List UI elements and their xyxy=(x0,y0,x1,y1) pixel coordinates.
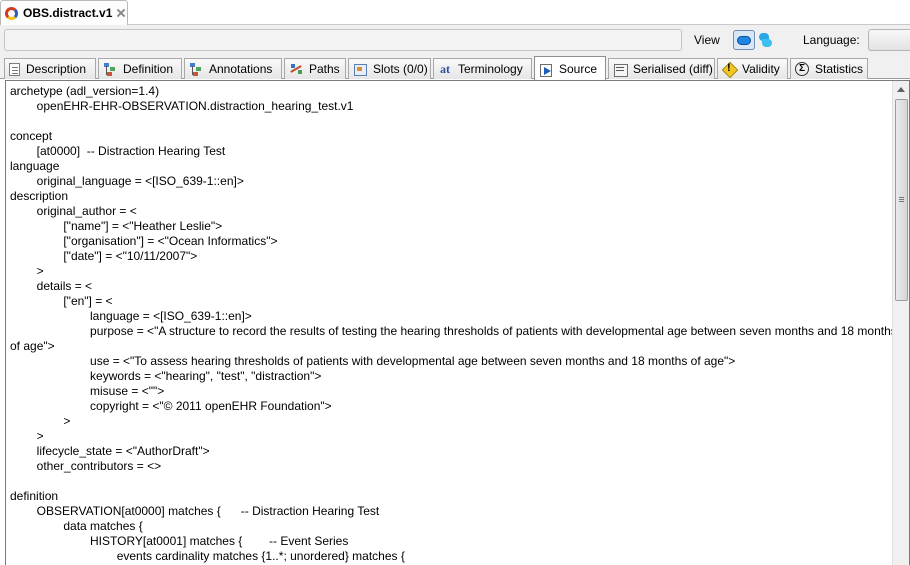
adl-source-view[interactable]: archetype (adl_version=1.4) openEHR-EHR-… xyxy=(5,80,910,565)
serialised-icon xyxy=(613,62,628,77)
source-line xyxy=(10,474,892,489)
paths-icon xyxy=(289,62,303,76)
source-line: > xyxy=(10,414,71,428)
scrollbar-thumb[interactable] xyxy=(895,99,908,301)
tab-label: Serialised (diff) xyxy=(633,62,713,76)
tab-label: Source xyxy=(559,61,598,76)
vertical-scrollbar[interactable] xyxy=(892,81,909,565)
archetype-id-field[interactable] xyxy=(4,29,682,51)
tab-label: Description xyxy=(26,62,87,76)
annotations-icon xyxy=(189,62,203,76)
source-line: language = <[ISO_639-1::en]> xyxy=(10,309,252,323)
source-line: > xyxy=(10,264,44,278)
source-line: purpose = <"A structure to record the re… xyxy=(10,324,897,338)
file-tab-title: OBS.distract.v1 xyxy=(23,6,113,20)
slots-icon xyxy=(353,62,367,76)
source-line: ["date"] = <"10/11/2007"> xyxy=(10,249,198,263)
archetype-toolbar: View Language: xyxy=(0,25,910,57)
tab-label: Annotations xyxy=(209,62,273,76)
view-tabs: Description Definition Annotations Paths… xyxy=(0,56,910,80)
source-line: of age"> xyxy=(10,339,55,353)
source-line: language xyxy=(10,159,60,173)
source-icon xyxy=(539,62,553,77)
source-line: lifecycle_state = <"AuthorDraft"> xyxy=(10,444,210,458)
validity-warning-icon xyxy=(722,62,736,76)
adl-source-text[interactable]: archetype (adl_version=1.4) openEHR-EHR-… xyxy=(10,84,897,564)
tab-label: Slots (0/0) xyxy=(373,62,428,76)
tab-label: Statistics xyxy=(815,62,864,76)
view-label: View xyxy=(694,33,720,47)
archetype-file-tab[interactable]: OBS.distract.v1 xyxy=(0,0,128,25)
source-line: original_author = < xyxy=(10,204,137,218)
source-line: > xyxy=(10,429,44,443)
source-line: details = < xyxy=(10,279,93,293)
source-line: events cardinality matches {1..*; unorde… xyxy=(10,549,405,563)
tab-label: Paths xyxy=(309,62,340,76)
source-line: description xyxy=(10,189,69,203)
tab-definition[interactable]: Definition xyxy=(98,58,182,79)
tab-serialised-diff[interactable]: Serialised (diff) xyxy=(608,58,715,79)
cloud-view-icon[interactable] xyxy=(733,30,755,50)
tab-slots[interactable]: Slots (0/0) xyxy=(348,58,431,79)
editor-tab-strip: OBS.distract.v1 xyxy=(0,0,910,25)
language-label: Language: xyxy=(803,33,860,47)
description-icon xyxy=(9,62,20,76)
tab-description[interactable]: Description xyxy=(4,58,96,79)
close-icon[interactable] xyxy=(116,8,126,18)
source-line: other_contributors = <> xyxy=(10,459,162,473)
terminology-icon: at xyxy=(440,62,450,76)
tab-paths[interactable]: Paths xyxy=(284,58,346,79)
tab-label: Terminology xyxy=(458,62,523,76)
tab-validity[interactable]: Validity xyxy=(717,58,788,79)
source-line: concept xyxy=(10,129,53,143)
tab-source[interactable]: Source xyxy=(534,56,606,80)
tab-terminology[interactable]: at Terminology xyxy=(433,58,532,79)
tab-annotations[interactable]: Annotations xyxy=(184,58,282,79)
source-line: ["organisation"] = <"Ocean Informatics"> xyxy=(10,234,278,248)
tab-label: Definition xyxy=(123,62,174,76)
source-line: copyright = <"© 2011 openEHR Foundation"… xyxy=(10,399,332,413)
tab-label: Validity xyxy=(742,62,780,76)
source-line: data matches { xyxy=(10,519,143,533)
scroll-up-arrow-icon[interactable] xyxy=(897,87,905,92)
source-line: definition xyxy=(10,489,59,503)
statistics-sigma-icon: Σ xyxy=(795,62,809,76)
openehr-logo-icon xyxy=(4,5,20,21)
source-line: archetype (adl_version=1.4) xyxy=(10,84,160,98)
source-line: original_language = <[ISO_639-1::en]> xyxy=(10,174,244,188)
source-line: ["en"] = < xyxy=(10,294,113,308)
tab-statistics[interactable]: Σ Statistics xyxy=(790,58,868,79)
source-line: openEHR-EHR-OBSERVATION.distraction_hear… xyxy=(10,99,354,113)
source-line: keywords = <"hearing", "test", "distract… xyxy=(10,369,322,383)
source-line: HISTORY[at0001] matches { -- Event Serie… xyxy=(10,534,349,548)
source-line: misuse = <""> xyxy=(10,384,165,398)
source-line: use = <"To assess hearing thresholds of … xyxy=(10,354,736,368)
source-line xyxy=(10,114,892,129)
language-select[interactable] xyxy=(868,29,910,51)
source-line: OBSERVATION[at0000] matches { -- Distrac… xyxy=(10,504,380,518)
source-line: ["name"] = <"Heather Leslie"> xyxy=(10,219,223,233)
leaf-view-icon[interactable] xyxy=(757,30,775,50)
source-line: [at0000] -- Distraction Hearing Test xyxy=(10,144,226,158)
tree-icon xyxy=(103,62,117,76)
